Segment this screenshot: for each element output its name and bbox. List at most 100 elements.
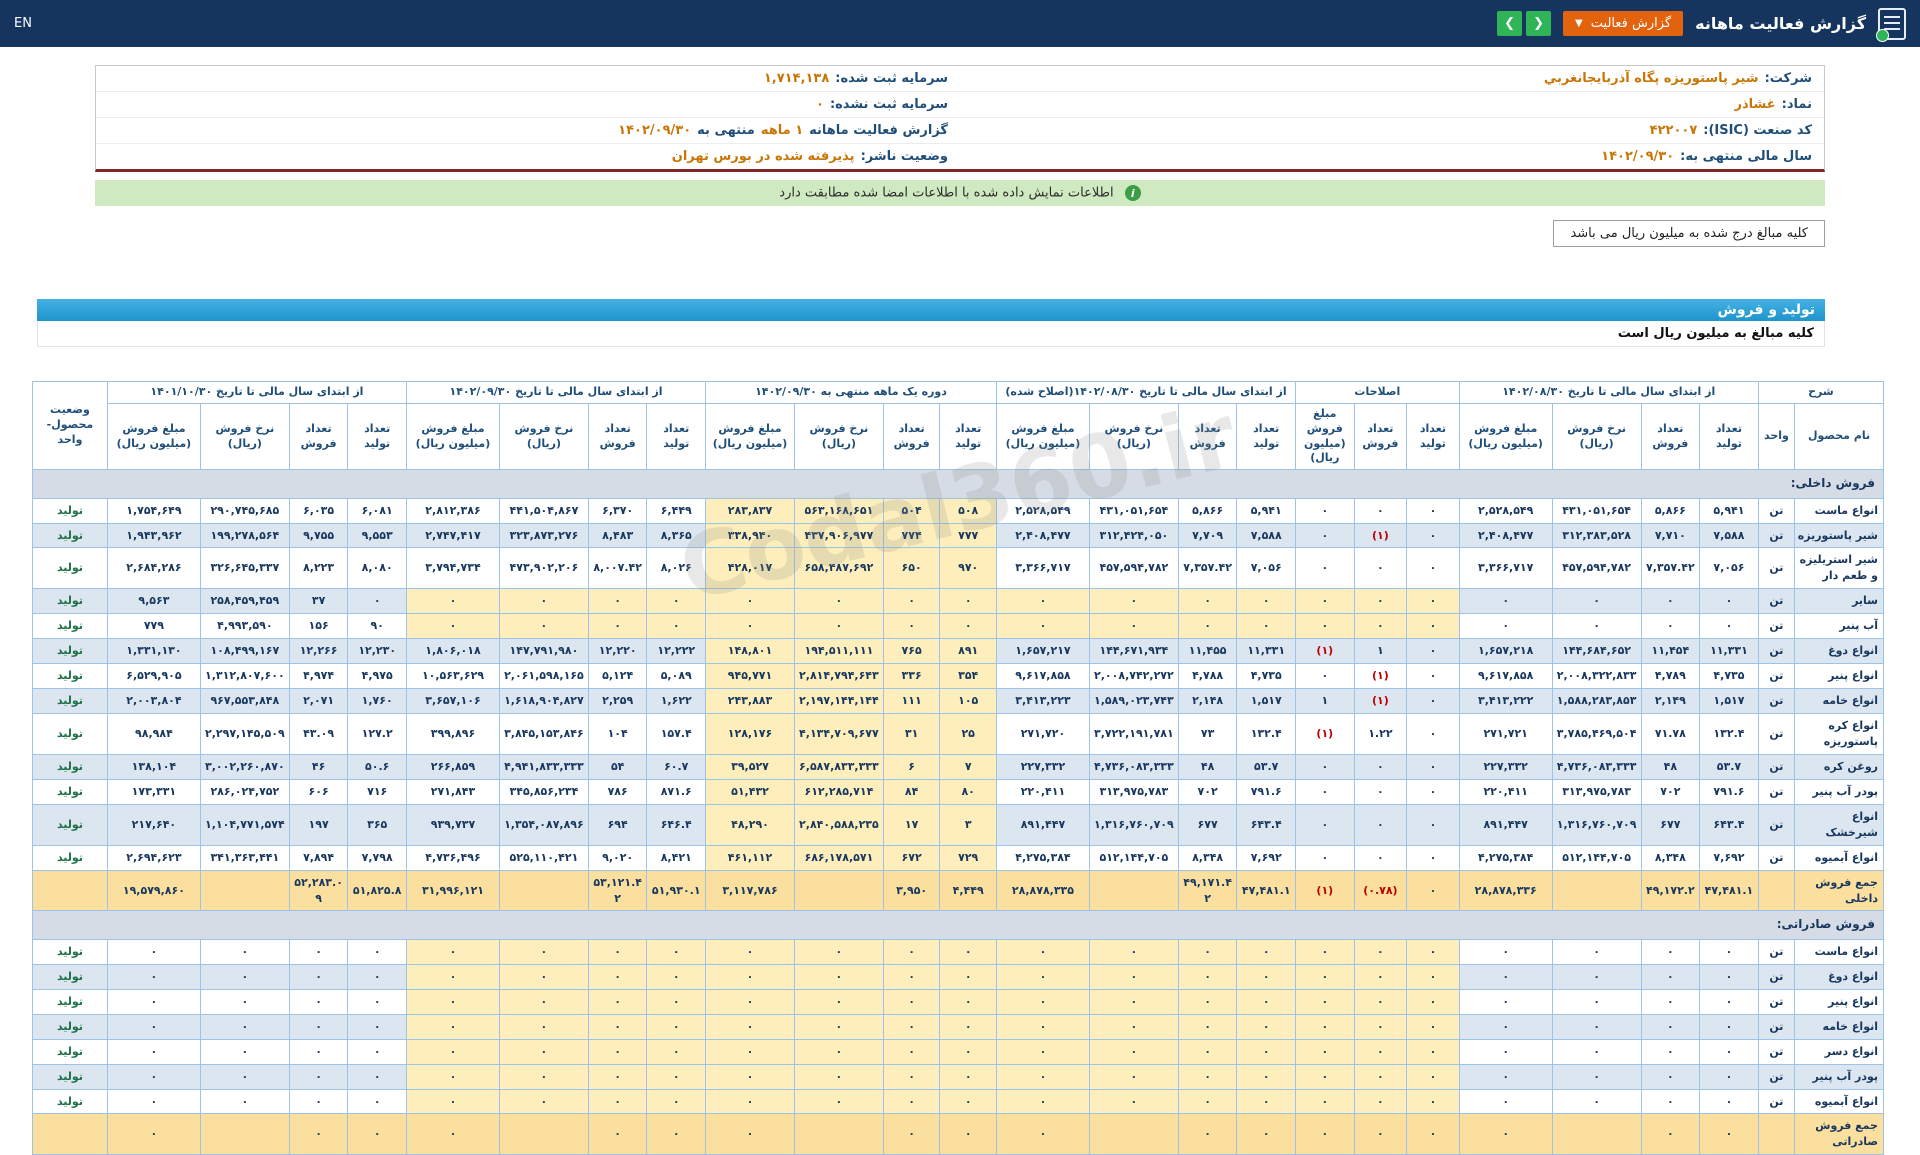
value-cell: ۰	[1236, 588, 1297, 615]
value-cell: ۲۸۶,۰۲۴,۷۵۲	[199, 778, 290, 805]
unit-cell: تن	[1757, 1088, 1796, 1115]
value-cell: ۱۹,۵۷۹,۸۶۰	[106, 869, 201, 912]
value-cell: ۱۲,۲۲۲	[646, 638, 707, 665]
value-cell: ۰	[646, 1013, 707, 1040]
report-type-dropdown[interactable]: گزارش فعالیت ▼	[1563, 11, 1684, 36]
unit-cell: تن	[1757, 713, 1796, 755]
value-cell: ۰	[939, 1063, 997, 1090]
value-cell: ۵۰.۶	[347, 753, 407, 780]
column-subheader: مبلغ فروش (میلیون ریال)	[1458, 402, 1553, 471]
value-cell: ۰	[939, 1013, 997, 1040]
value-cell: ۰	[793, 1063, 884, 1090]
value-cell: ۰	[1088, 1063, 1179, 1090]
production-sales-table-wrapper: Codal360.ir شرح از ابتدای سال مالی تا تار…	[32, 380, 1885, 1155]
value-cell: ۰	[1088, 963, 1179, 990]
value-cell: ۷۳	[1177, 713, 1238, 755]
next-report-button[interactable]: ❯	[1497, 11, 1523, 36]
value-cell: ۰	[939, 1088, 997, 1115]
value-cell: ۴۸,۲۹۰	[705, 803, 795, 846]
value-cell: ۰	[1295, 588, 1355, 615]
value-cell: ۱۱۱	[882, 688, 941, 715]
product-name: انواع پنیر	[1794, 988, 1884, 1015]
value-cell: ۰	[705, 1088, 795, 1115]
value-cell: ۰	[587, 963, 648, 990]
value-cell: ۶,۵۸۷,۸۳۳,۳۳۳	[793, 753, 884, 780]
value-cell: ۱۰,۵۶۳,۶۲۹	[405, 663, 500, 690]
amounts-unit-note: کلیه مبالغ درج شده به میلیون ریال می باش…	[1553, 220, 1825, 247]
value-cell: ۰	[1699, 938, 1759, 965]
value-cell: ۰	[995, 1063, 1090, 1090]
value-cell: ۰	[646, 1063, 707, 1090]
value-cell: ۰	[347, 1038, 407, 1065]
value-cell: ۰	[405, 963, 500, 990]
value-cell: ۷۰۲	[1177, 778, 1238, 805]
value-cell: ۶۱۲,۲۸۵,۷۱۴	[793, 778, 884, 805]
value-cell: (۱)	[1353, 522, 1408, 549]
isic-label: کد صنعت (ISIC):	[1703, 123, 1812, 138]
value-cell: ۸۰	[939, 778, 997, 805]
value-cell	[793, 869, 884, 912]
value-cell: ۰	[1640, 1113, 1701, 1155]
table-section-header: فروش صادراتی:	[32, 910, 1884, 940]
value-cell: ۰	[288, 1088, 349, 1115]
value-cell: ۰	[1177, 938, 1238, 965]
value-cell: ۶۴۶.۴	[646, 803, 707, 846]
value-cell: ۳۶۵	[347, 803, 407, 846]
value-cell: ۰	[939, 1113, 997, 1155]
value-cell: ۶۸۶,۱۷۸,۵۷۱	[793, 844, 884, 871]
value-cell: ۰	[1640, 588, 1701, 615]
value-cell: ۱.۲۲	[1353, 713, 1408, 755]
value-cell: ۰	[1406, 778, 1460, 805]
value-cell: ۴۵۷,۵۹۴,۷۸۲	[1551, 547, 1642, 590]
value-cell: ۰	[199, 988, 290, 1015]
value-cell: ۱۴۴,۶۷۱,۹۳۴	[1088, 638, 1179, 665]
value-cell: ۰	[1458, 588, 1553, 615]
value-cell: ۵,۱۲۴	[587, 663, 648, 690]
value-cell: ۳,۶۵۷,۱۰۶	[405, 688, 500, 715]
value-cell: ۵۱۲,۱۴۴,۷۰۵	[1088, 844, 1179, 871]
value-cell: ۰	[995, 613, 1090, 640]
value-cell: ۲,۶۹۴,۶۲۳	[106, 844, 201, 871]
value-cell: ۲۸,۸۷۸,۳۳۶	[1458, 869, 1553, 912]
column-group-header-4: از ابتدای سال مالی تا تاریخ ۱۴۰۲/۰۹/۳۰	[405, 381, 707, 404]
value-cell: ۰	[995, 588, 1090, 615]
value-cell: ۰	[498, 938, 589, 965]
language-switch-en[interactable]: EN	[14, 16, 32, 31]
value-cell: ۳۲۶,۶۴۵,۳۳۷	[199, 547, 290, 590]
value-cell: ۰	[1088, 1038, 1179, 1065]
company-label: شرکت:	[1764, 71, 1812, 86]
value-cell: ۶۴۳.۴	[1236, 803, 1297, 846]
value-cell: ۱۳۲.۴	[1236, 713, 1297, 755]
value-cell: ۱۹۷	[288, 803, 349, 846]
value-cell: ۰	[288, 988, 349, 1015]
value-cell: ۷,۷۹۸	[347, 844, 407, 871]
value-cell: ۰	[1551, 1088, 1642, 1115]
value-cell: ۰	[1640, 963, 1701, 990]
value-cell: ۰	[705, 588, 795, 615]
value-cell: ۰	[288, 1063, 349, 1090]
value-cell: ۸,۲۲۳	[288, 547, 349, 590]
prev-report-button[interactable]: ❮	[1526, 11, 1552, 36]
product-status	[32, 1113, 108, 1155]
value-cell: ۲,۶۸۴,۲۸۶	[106, 547, 201, 590]
value-cell: ۰	[995, 1113, 1090, 1155]
value-cell: ۸,۴۲۱	[646, 844, 707, 871]
value-cell: ۳,۴۱۳,۲۲۳	[995, 688, 1090, 715]
value-cell: ۶	[882, 753, 941, 780]
value-cell: ۶۷۲	[882, 844, 941, 871]
value-cell: ۰	[405, 1063, 500, 1090]
value-cell: ۰	[1406, 1063, 1460, 1090]
value-cell: ۰	[288, 1113, 349, 1155]
value-cell: ۱,۷۶۰	[347, 688, 407, 715]
report-period-field: گزارش فعالیت ماهانه ۱ ماهه منتهی به ۱۴۰۲…	[96, 118, 960, 143]
value-cell: ۶۷۷	[1177, 803, 1238, 846]
value-cell: ۰	[705, 1038, 795, 1065]
value-cell: ۷,۳۵۷.۴۲	[1640, 547, 1701, 590]
value-cell: ۰	[1406, 753, 1460, 780]
value-cell: ۰	[1406, 522, 1460, 549]
value-cell: ۰	[1353, 547, 1408, 590]
value-cell: ۰	[1458, 613, 1553, 640]
value-cell: ۱۲۷.۲	[347, 713, 407, 755]
value-cell: ۴۲۸,۰۱۷	[705, 547, 795, 590]
value-cell: ۰	[199, 1013, 290, 1040]
